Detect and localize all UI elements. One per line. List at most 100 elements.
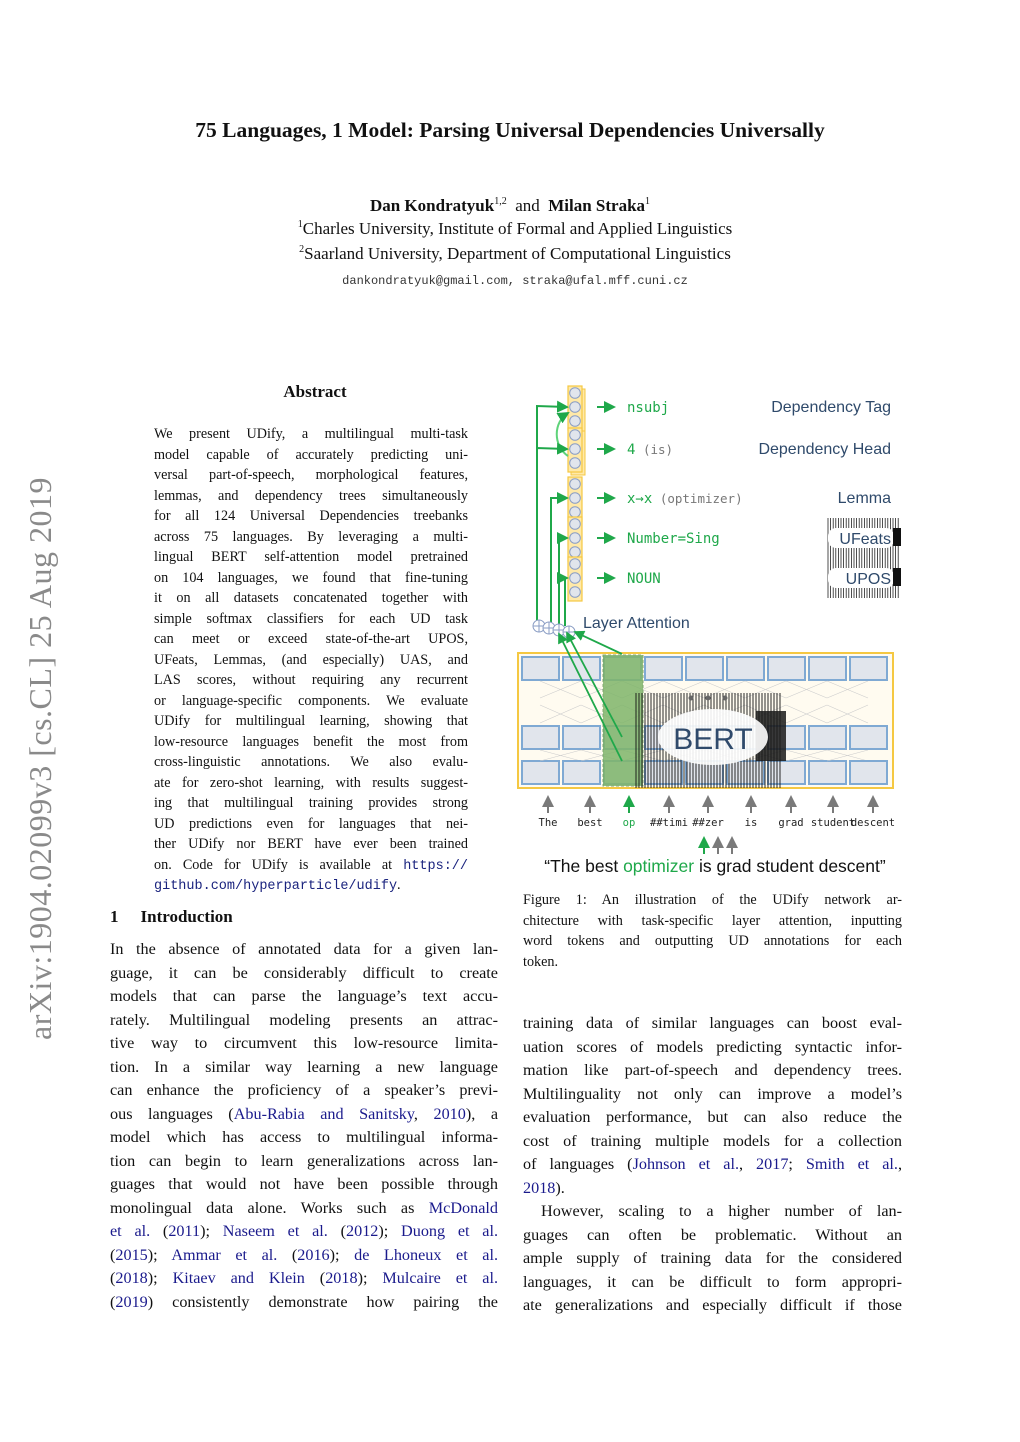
task-label: Lemma	[838, 490, 891, 507]
text-line: tive way to circumvent this low-resource…	[110, 1032, 498, 1056]
text-line: evaluation performance, but can also red…	[523, 1106, 902, 1130]
text-line: it on all datasets concatenated together…	[154, 588, 468, 609]
text-run: training data of similar languages can b…	[523, 1014, 902, 1032]
attention-feed-line	[557, 572, 569, 626]
text-line: lingual BERT self-attention model pretra…	[154, 547, 468, 568]
paper-title: 75 Languages, 1 Model: Parsing Universal…	[195, 118, 825, 142]
citation-link[interactable]: McDonald	[429, 1199, 498, 1217]
text-run: cross-linguistic annotations. We also ev…	[154, 754, 468, 770]
text-run: (	[277, 1245, 298, 1264]
text-line: token.	[523, 952, 902, 973]
citation-link[interactable]: Mulcaire et al.	[382, 1269, 498, 1287]
bert-cell	[849, 760, 888, 785]
bert-block: BERT	[517, 630, 894, 789]
text-line: guage, it can be considerably difficult …	[110, 962, 498, 986]
token-label: grad	[778, 817, 803, 829]
text-line: on. Code for UDify is available at https…	[154, 855, 468, 876]
ellipsis-dot	[688, 695, 694, 701]
citation-link[interactable]: 2018	[523, 1179, 555, 1197]
text-line: In the absence of annotated data for a g…	[110, 938, 498, 962]
code-url-link[interactable]: https://	[403, 859, 468, 874]
citation-link[interactable]: 2010	[433, 1105, 465, 1123]
text-line: tion can begin to learn generalizations …	[110, 1150, 498, 1174]
text-line: guages that would not have been possible…	[110, 1173, 498, 1197]
neuron-node	[569, 572, 581, 584]
text-run: tion. In a similar way learning a new la…	[110, 1057, 498, 1076]
text-line: across 75 languages. By leveraging a mul…	[154, 527, 468, 548]
citation-link[interactable]: Smith et al.	[806, 1155, 898, 1173]
citation-link[interactable]: Ammar et al.	[171, 1246, 277, 1264]
text-line: cost of training multiple models for a c…	[523, 1130, 902, 1154]
neuron-node	[569, 532, 581, 544]
text-line: can enhance the proficiency of a speaker…	[110, 1079, 498, 1103]
citation-link[interactable]: 2015	[115, 1246, 147, 1264]
text-run: );	[200, 1222, 223, 1240]
token-label: op	[623, 817, 636, 829]
bert-cell	[849, 725, 888, 750]
text-run: );	[357, 1269, 383, 1287]
classifier-stack	[567, 516, 583, 562]
text-line: training data of similar languages can b…	[523, 1012, 902, 1036]
citation-link[interactable]: 2016	[297, 1246, 329, 1264]
code-url-link[interactable]: github.com/hyperparticle/udify	[154, 879, 397, 894]
citation-link[interactable]: 2019	[115, 1293, 147, 1311]
citation-link[interactable]: Kitaev and Klein	[173, 1269, 305, 1287]
author-emails[interactable]: dankondratyuk@gmail.com, straka@ufal.mff…	[0, 274, 1020, 288]
text-line: (2019) consistently demonstrate how pair…	[110, 1291, 498, 1315]
task-label: Dependency Head	[758, 441, 891, 458]
citation-link[interactable]: 2018	[325, 1269, 357, 1287]
output-value: 4 (is)	[627, 442, 673, 458]
text-run: guages that would not have been possible…	[110, 1175, 498, 1193]
token-label: descent	[851, 817, 895, 829]
text-run: ).	[555, 1178, 565, 1197]
citation-link[interactable]: 2017	[756, 1155, 788, 1173]
text-run: Multilinguality not only can improve a m…	[523, 1084, 902, 1103]
token-row: The best op ##timi ##zer is grad studentdescent	[539, 795, 895, 854]
text-run: ), a	[465, 1104, 498, 1123]
text-run: can meet or exceed state-of-the-art UPOS…	[154, 631, 468, 647]
text-line: of languages (Johnson et al., 2017; Smit…	[523, 1153, 902, 1177]
bert-cell	[849, 656, 888, 681]
citation-link[interactable]: Naseem et al.	[223, 1222, 328, 1240]
text-run: Figure 1: An illustration of the UDify n…	[523, 892, 902, 908]
text-line: guages can often be problematic. Without…	[523, 1224, 902, 1248]
citation-link[interactable]: 2018	[115, 1269, 147, 1287]
text-run: uation scores of models predicting synta…	[523, 1037, 902, 1056]
text-run: simple softmax classifiers for each UD t…	[154, 610, 468, 627]
text-run: of languages (	[523, 1155, 633, 1173]
output-note: (is)	[635, 442, 673, 457]
citation-link[interactable]: 2012	[346, 1222, 378, 1240]
text-run: ) consistently demonstrate how pairing t…	[147, 1292, 498, 1311]
text-line: et al. (2011); Naseem et al. (2012); Duo…	[110, 1220, 498, 1244]
citation-link[interactable]: Johnson et al.	[633, 1155, 739, 1173]
text-line: model which has access to multilingual i…	[110, 1126, 498, 1150]
text-line: lemmas, and dependency trees simultaneou…	[154, 486, 468, 507]
bert-cell	[808, 760, 847, 785]
text-run: lingual BERT self-attention model pretra…	[154, 549, 468, 565]
input-sentence: “The best optimizer is grad student desc…	[544, 856, 886, 876]
text-line: ther UDify nor BERT have ever been train…	[154, 834, 468, 855]
author-affil-mark: 1	[645, 196, 651, 207]
text-run: lemmas, and dependency trees simultaneou…	[154, 487, 468, 504]
output-label: Number=Sing	[627, 531, 720, 547]
text-line: UDify for multilingual learning, showing…	[154, 711, 468, 732]
highlighted-column	[602, 654, 644, 787]
text-run: ous languages (	[110, 1104, 234, 1123]
text-run: guages can often be problematic. Without…	[523, 1225, 902, 1244]
output-value: NOUN	[627, 571, 661, 587]
text-line: github.com/hyperparticle/udify.	[154, 875, 468, 896]
citation-link[interactable]: 2011	[168, 1222, 200, 1240]
text-run: ;	[788, 1155, 806, 1173]
citation-link[interactable]: Duong et al.	[401, 1222, 498, 1240]
text-line: models that can parse the language’s tex…	[110, 985, 498, 1009]
token-label: student	[811, 817, 855, 829]
text-run: it on all datasets concatenated together…	[154, 590, 468, 606]
dark-block	[893, 568, 901, 586]
text-run: token.	[523, 953, 559, 970]
citation-link[interactable]: Abu-Rabia and Sanitsky	[234, 1105, 414, 1123]
text-run: );	[378, 1222, 402, 1240]
citation-link[interactable]: et al.	[110, 1222, 150, 1240]
text-line: rately. Multilingual modeling presents a…	[110, 1009, 498, 1033]
citation-link[interactable]: de Lhoneux et al.	[354, 1246, 498, 1264]
bert-cell	[562, 760, 601, 785]
